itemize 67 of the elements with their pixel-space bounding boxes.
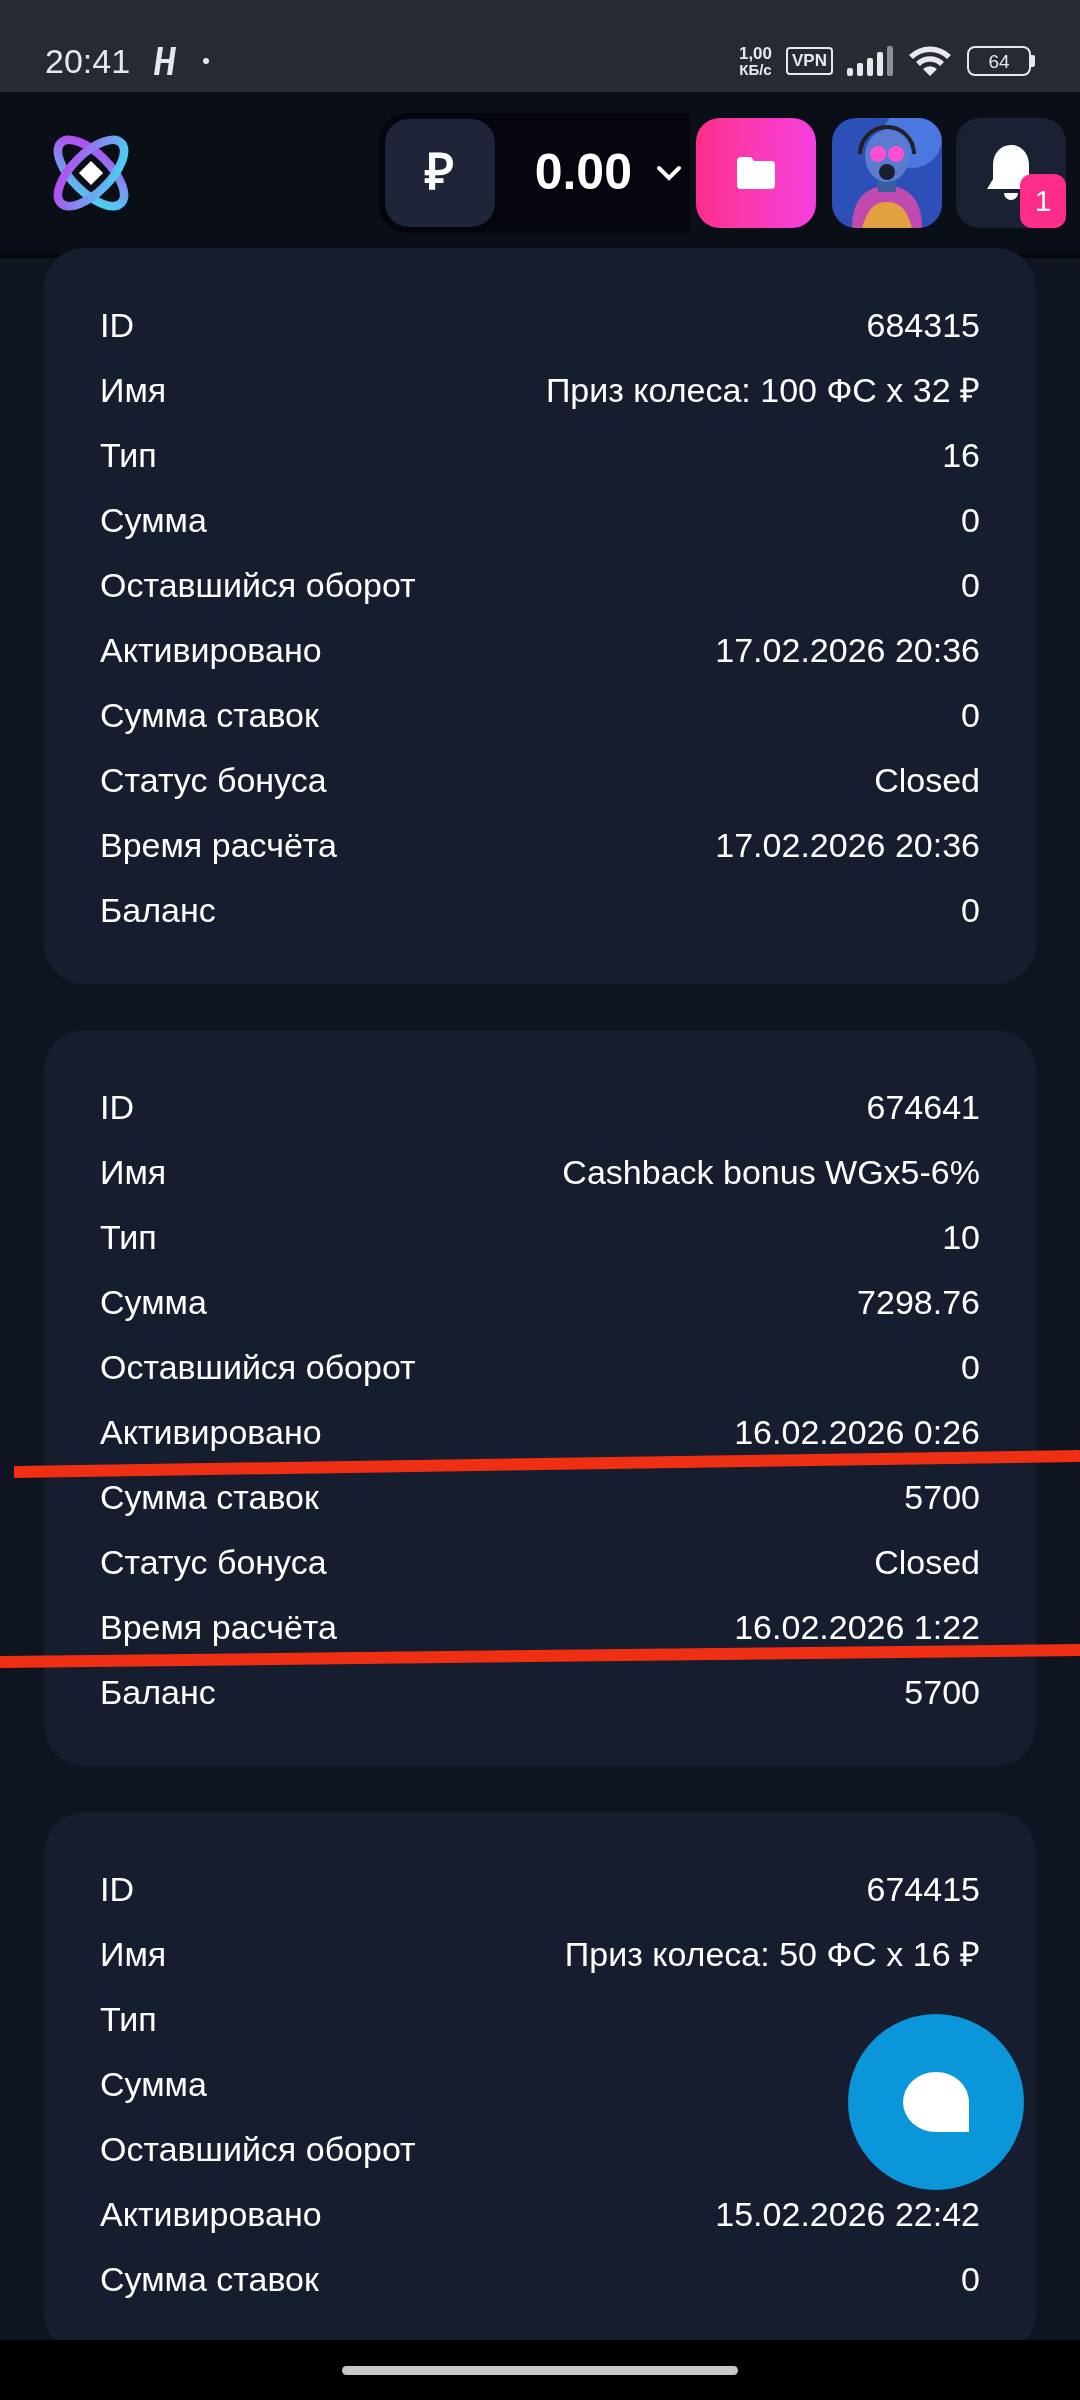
dot-icon xyxy=(202,57,211,65)
field-value: 16 xyxy=(942,437,980,472)
chevron-down-icon xyxy=(656,164,682,181)
field-label: Сумма xyxy=(100,1284,207,1319)
field-label: Тип xyxy=(100,2001,157,2036)
status-time: 20:41 xyxy=(45,40,131,82)
field-value: 0 xyxy=(961,567,980,602)
wallet-icon xyxy=(737,156,775,189)
field-value: 5700 xyxy=(904,1479,980,1514)
chat-bubble-icon xyxy=(903,2072,969,2132)
avatar-button[interactable] xyxy=(832,117,942,228)
field-label: Статус бонуса xyxy=(100,762,327,797)
field-value: Приз колеса: 50 ФС x 16 ₽ xyxy=(564,1936,980,1971)
network-speed: 1,00 xyxy=(738,45,773,62)
wifi-icon xyxy=(907,44,953,78)
field-label: Баланс xyxy=(100,1674,216,1709)
field-value: 684315 xyxy=(866,307,980,342)
field-value: 15.02.2026 22:42 xyxy=(715,2196,980,2231)
field-label: Сумма xyxy=(100,2066,207,2101)
field-label: Сумма ставок xyxy=(100,1479,319,1514)
currency-button[interactable]: ₽ xyxy=(384,118,495,227)
field-label: Оставшийся оборот xyxy=(100,1349,416,1384)
field-label: Сумма xyxy=(100,502,207,537)
field-label: Тип xyxy=(100,1219,157,1254)
field-value: 17.02.2026 20:36 xyxy=(715,827,980,862)
vpn-badge: VPN xyxy=(786,47,833,75)
field-label: Сумма ставок xyxy=(100,697,319,732)
field-value: Приз колеса: 100 ФС x 32 ₽ xyxy=(545,372,980,407)
field-value: 10 xyxy=(942,1219,980,1254)
field-label: Имя xyxy=(100,1936,167,1971)
field-value: 674415 xyxy=(866,1871,980,1906)
field-label: Баланс xyxy=(100,892,216,927)
notification-badge: 1 xyxy=(1020,173,1066,228)
field-value: 0 xyxy=(961,2261,980,2296)
signal-icon xyxy=(847,46,893,76)
balance-dropdown[interactable]: 0.00 xyxy=(494,135,682,210)
network-speed-unit: КБ/с xyxy=(739,62,772,77)
field-label: Время расчёта xyxy=(100,827,337,862)
field-label: Статус бонуса xyxy=(100,1544,327,1579)
field-label: Имя xyxy=(100,372,167,407)
field-label: Тип xyxy=(100,437,157,472)
field-value: 16.02.2026 1:22 xyxy=(734,1609,980,1644)
field-value: Closed xyxy=(874,762,980,797)
field-label: Активировано xyxy=(100,2196,322,2231)
field-label: Сумма ставок xyxy=(100,2261,319,2296)
field-label: ID xyxy=(100,1871,134,1906)
field-value: 0 xyxy=(961,1349,980,1384)
field-value: Cashback bonus WGx5-6% xyxy=(562,1154,980,1189)
field-label: ID xyxy=(100,307,134,342)
field-label: Имя xyxy=(100,1154,167,1189)
field-label: Активировано xyxy=(100,632,322,667)
field-label: Активировано xyxy=(100,1414,322,1449)
field-label: ID xyxy=(100,1089,134,1124)
wallet-button[interactable] xyxy=(696,117,816,228)
field-value: 16.02.2026 0:26 xyxy=(734,1414,980,1449)
field-value: 17.02.2026 20:36 xyxy=(715,632,980,667)
field-value: Closed xyxy=(874,1544,980,1579)
field-value: 674641 xyxy=(866,1089,980,1124)
field-label: Время расчёта xyxy=(100,1609,337,1644)
field-value: 7298.76 xyxy=(857,1284,980,1319)
field-label: Оставшийся оборот xyxy=(100,2131,416,2166)
notifications-button[interactable]: 1 xyxy=(956,117,1066,228)
field-label: Оставшийся оборот xyxy=(100,567,416,602)
field-value: 0 xyxy=(961,892,980,927)
field-value: 0 xyxy=(961,502,980,537)
field-value: 0 xyxy=(961,697,980,732)
field-value: 5700 xyxy=(904,1674,980,1709)
